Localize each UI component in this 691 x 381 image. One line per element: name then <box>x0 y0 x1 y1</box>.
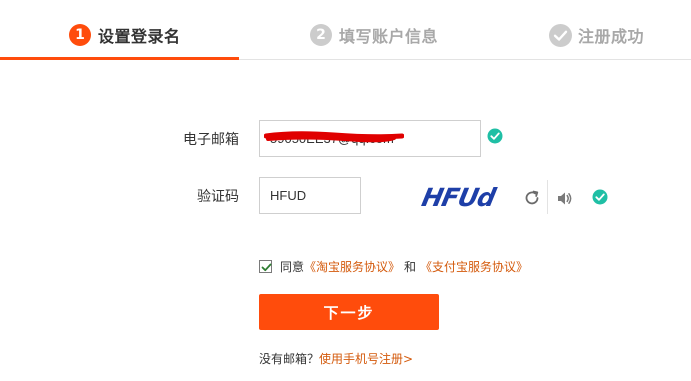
step-number-1: 1 <box>69 24 91 46</box>
audio-captcha-icon[interactable] <box>556 190 573 207</box>
taobao-agreement-link[interactable]: 《淘宝服务协议》 <box>304 258 400 275</box>
active-step-indicator <box>0 57 239 60</box>
captcha-text: HFUd <box>419 183 498 212</box>
step-label-1: 设置登录名 <box>98 27 181 46</box>
no-email-question: 没有邮箱？ <box>259 352 320 366</box>
agreement-row: 同意 《淘宝服务协议》 和 《支付宝服务协议》 <box>259 258 528 274</box>
step-fill-account-info: 2 填写账户信息 <box>310 22 438 48</box>
no-email-row: 没有邮箱？使用手机号注册> <box>259 350 413 367</box>
step-number-2: 2 <box>310 24 332 46</box>
captcha-image[interactable]: HFUd <box>418 180 498 212</box>
email-valid-check-icon <box>487 128 503 144</box>
refresh-icon[interactable] <box>523 189 541 207</box>
email-input[interactable] <box>259 120 481 157</box>
checkmark-icon <box>261 263 272 271</box>
step-set-login-name: 1 设置登录名 <box>69 22 181 48</box>
captcha-divider <box>547 180 548 214</box>
email-label: 电子邮箱 <box>183 132 239 148</box>
step-label-2: 填写账户信息 <box>339 27 439 46</box>
step-register-success: 注册成功 <box>549 22 644 48</box>
step-label-3: 注册成功 <box>578 27 645 46</box>
agreement-checkbox[interactable] <box>259 259 272 273</box>
next-step-button[interactable]: 下一步 <box>259 294 439 330</box>
check-circle-icon <box>549 23 572 47</box>
code-valid-check-icon <box>592 189 608 205</box>
verification-code-label: 验证码 <box>197 189 239 205</box>
agreement-prefix: 同意 <box>280 259 305 274</box>
registration-steps: 1 设置登录名 2 填写账户信息 注册成功 <box>0 0 691 60</box>
agreement-conjunction: 和 <box>404 259 417 274</box>
verification-code-input[interactable] <box>259 177 361 214</box>
alipay-agreement-link[interactable]: 《支付宝服务协议》 <box>420 258 528 275</box>
register-with-phone-link[interactable]: 使用手机号注册> <box>319 352 413 366</box>
